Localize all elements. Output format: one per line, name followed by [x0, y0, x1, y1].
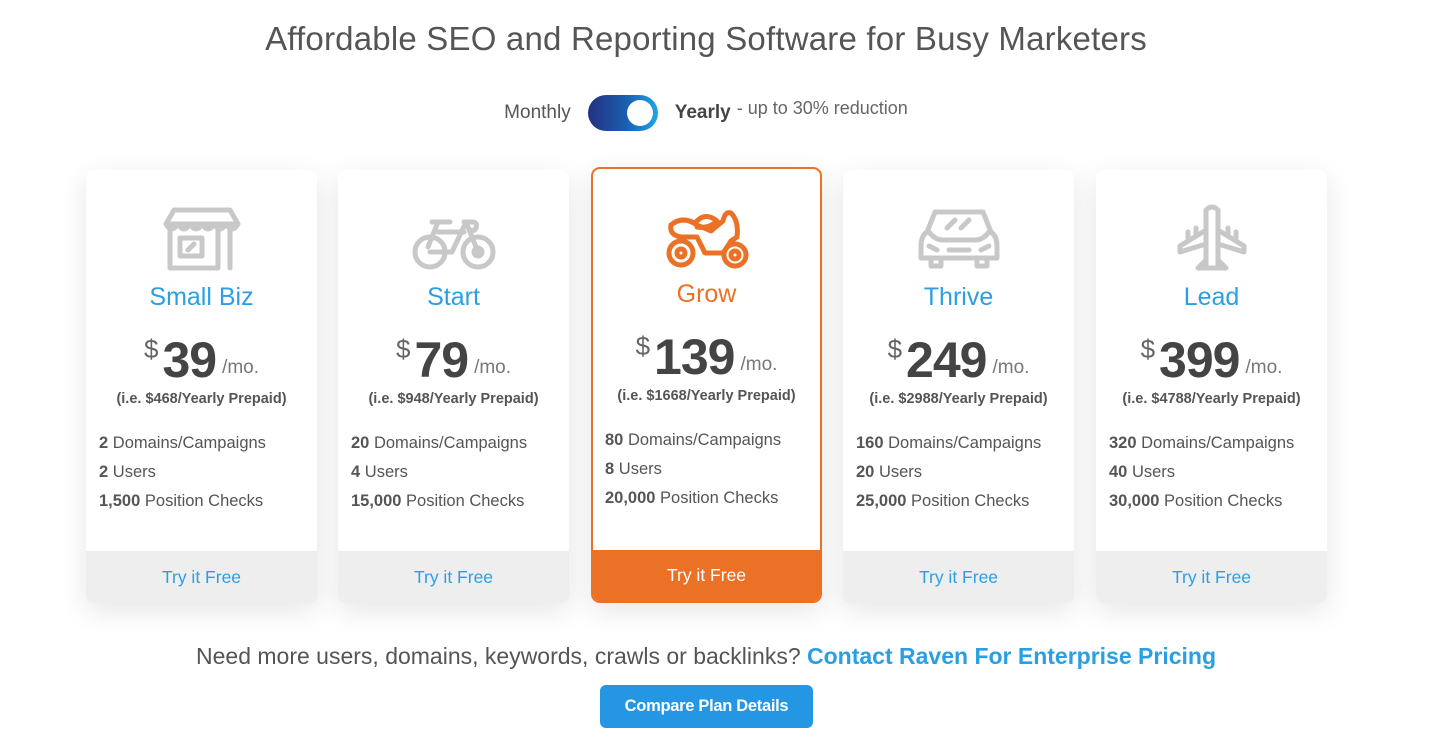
pricing-cards: Small Biz $ 39 /mo. (i.e. $468/Yearly Pr…	[86, 167, 1328, 603]
feature-domains: 80 Domains/Campaigns	[605, 431, 782, 449]
storefront-icon	[86, 202, 317, 274]
currency-symbol: $	[635, 331, 651, 361]
plan-card-start: Start $ 79 /mo. (i.e. $948/Yearly Prepai…	[338, 170, 569, 603]
currency-symbol: $	[887, 334, 903, 364]
motorcycle-icon	[593, 201, 820, 273]
compare-plan-details-button[interactable]: Compare Plan Details	[600, 685, 813, 728]
yearly-prepaid-note: (i.e. $1668/Yearly Prepaid)	[617, 388, 796, 404]
try-it-free-button[interactable]: Try it Free	[843, 551, 1074, 603]
feature-position-checks: 20,000 Position Checks	[605, 489, 779, 507]
feature-list: 80 Domains/Campaigns 8 Users 20,000 Posi…	[605, 426, 781, 513]
currency-symbol: $	[1140, 334, 1156, 364]
feature-domains: 320 Domains/Campaigns	[1109, 434, 1295, 452]
price-period: /mo.	[992, 357, 1030, 378]
enterprise-question: Need more users, domains, keywords, craw…	[196, 643, 808, 669]
price: $ 139 /mo.	[593, 327, 820, 387]
currency-symbol: $	[395, 334, 411, 364]
toggle-knob	[626, 100, 653, 126]
try-it-free-button[interactable]: Try it Free	[86, 551, 317, 603]
feature-domains: 20 Domains/Campaigns	[351, 434, 528, 452]
try-it-free-button[interactable]: Try it Free	[1096, 551, 1327, 603]
currency-symbol: $	[143, 334, 159, 364]
car-icon	[843, 202, 1074, 274]
feature-list: 2 Domains/Campaigns 2 Users 1,500 Positi…	[99, 429, 266, 516]
airplane-icon	[1096, 202, 1327, 274]
plan-card-grow: Grow $ 139 /mo. (i.e. $1668/Yearly Prepa…	[591, 167, 822, 603]
plan-name: Thrive	[923, 283, 994, 311]
plan-card-thrive: Thrive $ 249 /mo. (i.e. $2988/Yearly Pre…	[843, 170, 1074, 603]
price: $ 39 /mo.	[86, 330, 317, 390]
enterprise-prompt: Need more users, domains, keywords, craw…	[0, 643, 1412, 670]
price-amount: 39	[162, 332, 217, 388]
try-it-free-button[interactable]: Try it Free	[338, 551, 569, 603]
plan-name: Start	[427, 283, 480, 311]
yearly-discount-note: - up to 30% reduction	[736, 97, 908, 118]
feature-position-checks: 1,500 Position Checks	[99, 492, 264, 510]
feature-users: 20 Users	[856, 463, 923, 481]
price-amount: 399	[1159, 332, 1240, 388]
price-amount: 79	[414, 332, 469, 388]
price: $ 79 /mo.	[338, 330, 569, 390]
feature-list: 320 Domains/Campaigns 40 Users 30,000 Po…	[1109, 429, 1294, 516]
feature-list: 20 Domains/Campaigns 4 Users 15,000 Posi…	[351, 429, 527, 516]
yearly-prepaid-note: (i.e. $468/Yearly Prepaid)	[116, 391, 287, 407]
plan-card-lead: Lead $ 399 /mo. (i.e. $4788/Yearly Prepa…	[1096, 170, 1327, 603]
feature-position-checks: 25,000 Position Checks	[856, 492, 1030, 510]
feature-users: 40 Users	[1109, 463, 1176, 481]
price: $ 249 /mo.	[843, 330, 1074, 390]
feature-list: 160 Domains/Campaigns 20 Users 25,000 Po…	[856, 429, 1041, 516]
yearly-prepaid-note: (i.e. $948/Yearly Prepaid)	[368, 391, 539, 407]
yearly-prepaid-note: (i.e. $2988/Yearly Prepaid)	[869, 391, 1048, 407]
feature-position-checks: 15,000 Position Checks	[351, 492, 525, 510]
yearly-prepaid-note: (i.e. $4788/Yearly Prepaid)	[1122, 391, 1301, 407]
billing-monthly-label[interactable]: Monthly	[504, 102, 571, 124]
billing-yearly-label[interactable]: Yearly	[675, 102, 731, 124]
price-period: /mo.	[474, 357, 512, 378]
feature-position-checks: 30,000 Position Checks	[1109, 492, 1283, 510]
feature-users: 4 Users	[351, 463, 408, 481]
price-period: /mo.	[740, 354, 778, 375]
price: $ 399 /mo.	[1096, 330, 1327, 390]
price-amount: 139	[654, 329, 735, 385]
try-it-free-button[interactable]: Try it Free	[593, 550, 820, 601]
plan-name: Grow	[676, 280, 737, 308]
billing-toggle-row: Monthly Yearly - up to 30% reduction	[0, 95, 1412, 131]
plan-card-small-biz: Small Biz $ 39 /mo. (i.e. $468/Yearly Pr…	[86, 170, 317, 603]
plan-name: Small Biz	[149, 283, 254, 311]
feature-domains: 2 Domains/Campaigns	[99, 434, 266, 452]
plan-name: Lead	[1183, 283, 1240, 311]
feature-users: 2 Users	[99, 463, 156, 481]
feature-users: 8 Users	[605, 460, 662, 478]
billing-period-toggle[interactable]	[587, 95, 658, 131]
price-period: /mo.	[222, 357, 260, 378]
price-period: /mo.	[1245, 357, 1283, 378]
page-title: Affordable SEO and Reporting Software fo…	[265, 20, 1147, 57]
price-amount: 249	[906, 332, 987, 388]
feature-domains: 160 Domains/Campaigns	[856, 434, 1042, 452]
enterprise-pricing-link[interactable]: Contact Raven For Enterprise Pricing	[807, 643, 1216, 669]
bicycle-icon	[338, 202, 569, 274]
